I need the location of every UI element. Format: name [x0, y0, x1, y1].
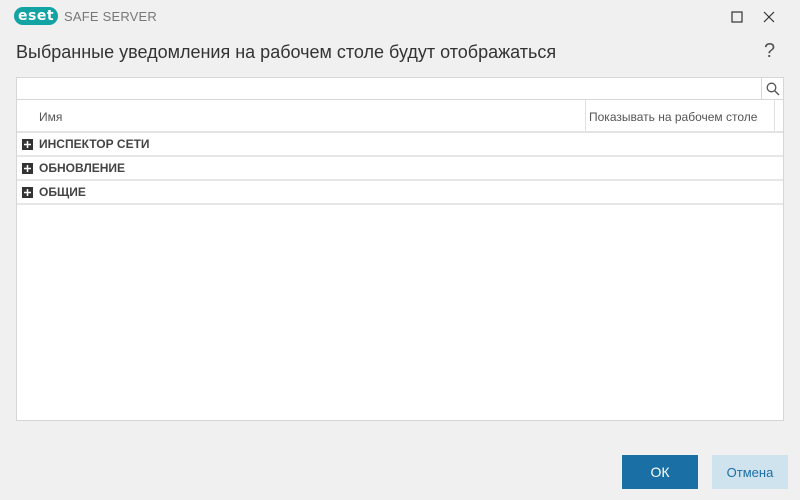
- eset-logo: eset SAFE SERVER: [14, 6, 157, 26]
- expand-button[interactable]: [22, 162, 33, 174]
- expand-button[interactable]: [22, 186, 33, 198]
- close-icon: [763, 11, 775, 23]
- column-header-name[interactable]: Имя: [39, 110, 62, 124]
- group-label: ОБНОВЛЕНИЕ: [39, 161, 126, 175]
- ok-button[interactable]: ОК: [622, 455, 698, 489]
- title-bar: eset SAFE SERVER: [0, 0, 800, 34]
- maximize-icon: [731, 11, 743, 23]
- table-header: Имя Показывать на рабочем столе: [17, 100, 783, 133]
- eset-logo-badge: eset: [14, 7, 59, 25]
- notifications-panel: Имя Показывать на рабочем столе ИНСПЕКТО…: [16, 77, 784, 421]
- table-row-group[interactable]: ИНСПЕКТОР СЕТИ: [17, 133, 783, 157]
- column-divider[interactable]: [774, 100, 775, 131]
- expand-button[interactable]: [22, 138, 33, 150]
- close-button[interactable]: [756, 5, 782, 29]
- column-header-show-on-desktop[interactable]: Показывать на рабочем столе: [589, 110, 757, 124]
- table-row-group[interactable]: ОБЩИЕ: [17, 181, 783, 205]
- search-button[interactable]: [761, 78, 783, 99]
- plus-expand-icon: [24, 188, 31, 196]
- cancel-button[interactable]: Отмена: [712, 455, 788, 489]
- search-icon: [766, 82, 779, 95]
- group-label: ОБЩИЕ: [39, 185, 86, 199]
- group-label: ИНСПЕКТОР СЕТИ: [39, 137, 150, 151]
- maximize-button[interactable]: [724, 5, 750, 29]
- column-divider[interactable]: [585, 100, 586, 131]
- search-bar: [17, 78, 783, 100]
- plus-expand-icon: [24, 164, 31, 172]
- table-row-group[interactable]: ОБНОВЛЕНИЕ: [17, 157, 783, 181]
- dialog-title: Выбранные уведомления на рабочем столе б…: [16, 42, 557, 62]
- search-input[interactable]: [17, 78, 762, 99]
- plus-expand-icon: [24, 140, 31, 148]
- product-name: SAFE SERVER: [64, 8, 158, 24]
- help-button[interactable]: ?: [764, 40, 775, 63]
